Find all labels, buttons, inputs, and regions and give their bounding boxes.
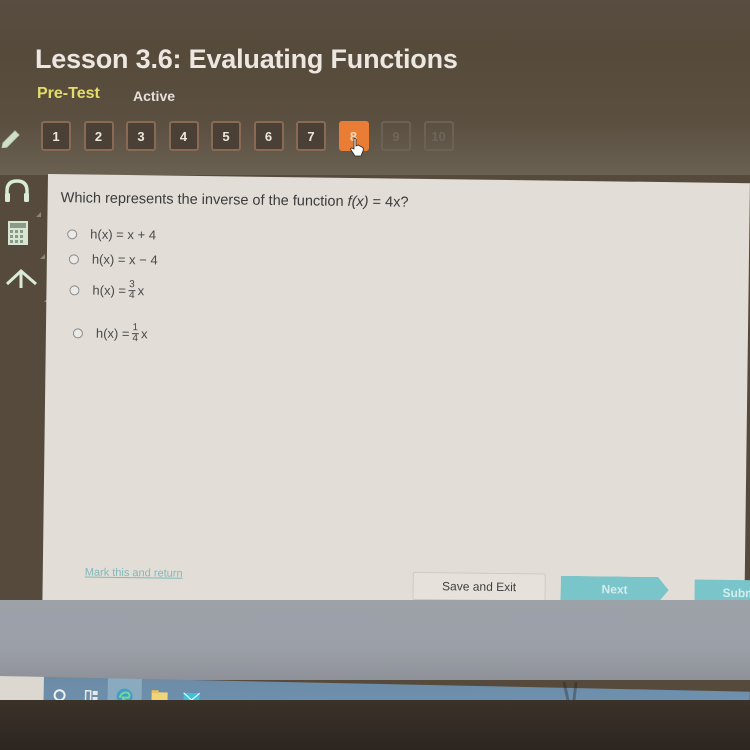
headphones-icon (5, 179, 29, 202)
question-button-3[interactable]: 3 (126, 121, 156, 151)
question-button-2[interactable]: 2 (83, 121, 114, 151)
answer-options: h(x) = x + 4 h(x) = x − 4 h(x) = 3 4 x h… (66, 226, 158, 344)
mark-and-return-link[interactable]: Mark this and return (85, 567, 183, 580)
answer-option-1[interactable]: h(x) = x + 4 (67, 226, 158, 242)
mode-label: Pre-Test (37, 85, 100, 102)
collapse-up-icon (5, 268, 37, 288)
question-button-6[interactable]: 6 (253, 121, 284, 151)
side-toolbar (0, 165, 49, 305)
radio-button[interactable] (68, 253, 79, 264)
question-button-4[interactable]: 4 (168, 121, 199, 151)
question-navigation: 1 2 3 4 5 6 7 8 9 10 (41, 121, 466, 157)
question-button-9: 9 (381, 121, 411, 151)
headphones-button[interactable] (0, 175, 41, 217)
fraction: 3 4 (128, 279, 136, 302)
question-button-7[interactable]: 7 (296, 121, 326, 151)
answer-option-3[interactable]: h(x) = 3 4 x (69, 279, 157, 301)
question-button-1[interactable]: 1 (41, 121, 71, 151)
monitor-bezel (0, 700, 750, 750)
browser-background (0, 600, 750, 680)
calculator-icon (8, 221, 28, 245)
pencil-icon[interactable] (0, 126, 22, 149)
question-button-8-current[interactable]: 8 (338, 121, 369, 157)
function-name: f(x) (347, 193, 369, 211)
radio-button[interactable] (72, 327, 83, 338)
status-label: Active (133, 88, 176, 104)
question-button-5[interactable]: 5 (211, 121, 241, 151)
calculator-button[interactable] (0, 217, 45, 259)
question-text: Which represents the inverse of the func… (60, 190, 409, 211)
collapse-button[interactable] (0, 260, 49, 302)
question-button-10: 10 (423, 121, 454, 151)
answer-option-2[interactable]: h(x) = x − 4 (68, 251, 158, 267)
radio-button[interactable] (69, 284, 80, 295)
hand-cursor-icon (349, 137, 364, 157)
expand-corner (40, 254, 45, 259)
radio-button[interactable] (67, 228, 78, 239)
save-and-exit-button[interactable]: Save and Exit (412, 571, 546, 602)
fraction: 1 4 (131, 322, 140, 345)
lesson-title: Lesson 3.6: Evaluating Functions (35, 44, 458, 74)
question-panel: Which represents the inverse of the func… (42, 174, 750, 629)
answer-option-4[interactable]: h(x) = 1 4 x (72, 322, 157, 345)
